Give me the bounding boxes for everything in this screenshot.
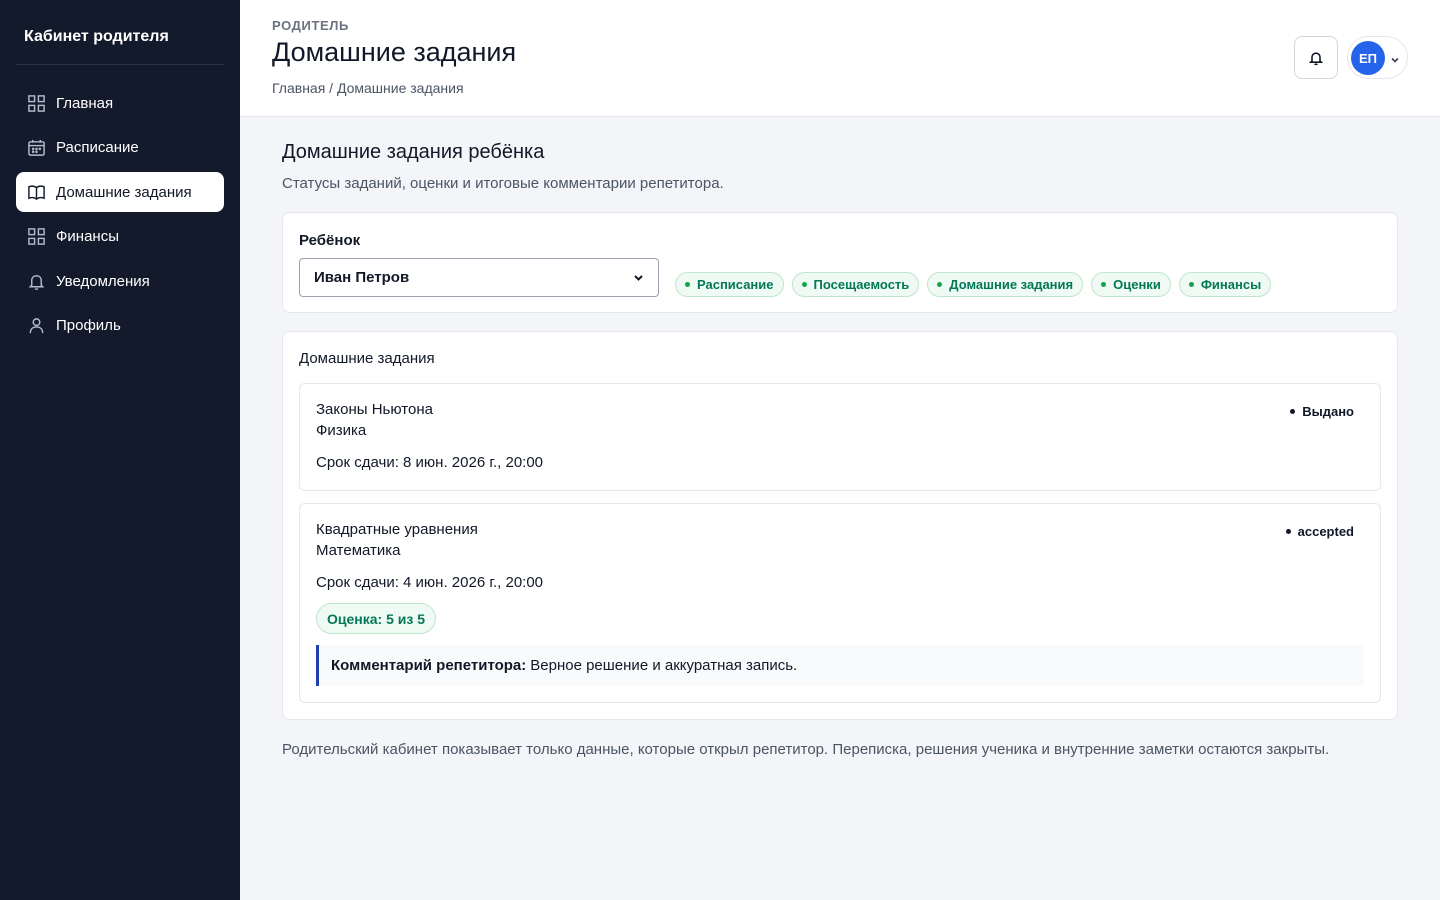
sidebar-item-home[interactable]: Главная <box>16 83 224 123</box>
tag-label: Посещаемость <box>813 277 910 292</box>
bell-icon <box>26 271 46 291</box>
sidebar-item-notifications[interactable]: Уведомления <box>16 261 224 301</box>
homework-name: Законы Ньютона <box>316 401 433 418</box>
dot-icon <box>1285 529 1291 534</box>
sidebar: Кабинет родителя Главная Расписание Дома… <box>0 0 240 900</box>
sidebar-item-label: Финансы <box>56 228 119 245</box>
tag-label: Домашние задания <box>949 277 1074 292</box>
sidebar-nav: Главная Расписание Домашние задания Фина… <box>16 83 224 346</box>
dot-icon <box>685 282 690 287</box>
user-icon <box>26 316 46 336</box>
privacy-note: Родительский кабинет показывает только д… <box>282 741 1330 758</box>
notifications-button[interactable] <box>1294 36 1338 79</box>
access-tag: Финансы <box>1178 272 1272 297</box>
child-label: Ребёнок <box>299 232 361 249</box>
sidebar-item-label: Домашние задания <box>56 183 192 201</box>
section-title: Домашние задания ребёнка <box>282 141 545 163</box>
top-bar: РОДИТЕЛЬ Домашние задания Главная / Дома… <box>240 0 1440 117</box>
status-badge: Выдано <box>1290 404 1354 419</box>
status-label: Выдано <box>1302 404 1354 419</box>
sidebar-item-profile[interactable]: Профиль <box>16 306 224 346</box>
brand-title: Кабинет родителя <box>16 0 224 65</box>
page-title: Домашние задания <box>272 37 517 67</box>
sidebar-item-homework[interactable]: Домашние задания <box>16 172 224 212</box>
tag-label: Оценки <box>1113 277 1161 292</box>
sidebar-item-finance[interactable]: Финансы <box>16 217 224 257</box>
sidebar-item-label: Профиль <box>56 317 121 334</box>
comment-label: Комментарий репетитора: <box>331 657 527 674</box>
tutor-comment: Комментарий репетитора: Верное решение и… <box>316 645 1364 686</box>
dot-icon <box>937 282 943 287</box>
homework-due: Срок сдачи: 8 июн. 2026 г., 20:00 <box>316 454 544 471</box>
avatar: ЕП <box>1351 41 1385 75</box>
dot-icon <box>1290 409 1296 414</box>
child-picker-card: Ребёнок Иван Петров Расписание Посещаемо… <box>282 212 1398 313</box>
homework-card: Домашние задания Законы Ньютона Физика С… <box>282 331 1398 720</box>
homework-due: Срок сдачи: 4 июн. 2026 г., 20:00 <box>316 574 544 591</box>
comment-text: Верное решение и аккуратная запись. <box>530 657 798 674</box>
status-label: accepted <box>1297 524 1354 539</box>
sidebar-item-label: Расписание <box>56 139 139 156</box>
bell-icon <box>1308 50 1324 66</box>
child-select-value: Иван Петров <box>314 269 410 286</box>
access-tag: Домашние задания <box>927 272 1084 297</box>
profile-menu-button[interactable]: ЕП <box>1347 36 1408 79</box>
homework-item[interactable]: Квадратные уравнения Математика Срок сда… <box>299 503 1381 703</box>
grid-icon <box>26 93 46 113</box>
tag-label: Расписание <box>697 277 774 292</box>
sidebar-item-schedule[interactable]: Расписание <box>16 128 224 168</box>
calendar-icon <box>26 138 46 158</box>
grade-badge: Оценка: 5 из 5 <box>316 603 436 634</box>
chevron-down-icon <box>1390 52 1400 63</box>
dot-icon <box>801 282 807 287</box>
homework-subject: Физика <box>316 422 367 439</box>
chevron-down-icon <box>633 272 644 283</box>
dot-icon <box>1188 282 1194 287</box>
dot-icon <box>1101 282 1107 287</box>
homework-subject: Математика <box>316 542 401 559</box>
tag-label: Финансы <box>1200 277 1262 292</box>
access-tag: Расписание <box>675 272 784 297</box>
homework-name: Квадратные уравнения <box>316 521 478 538</box>
sidebar-item-label: Уведомления <box>56 272 150 290</box>
grid-icon <box>26 227 46 247</box>
sidebar-item-label: Главная <box>56 94 114 112</box>
role-eyebrow: РОДИТЕЛЬ <box>272 18 349 33</box>
access-tags: Расписание Посещаемость Домашние задания… <box>675 272 1272 297</box>
status-badge: accepted <box>1285 524 1354 539</box>
section-subtitle: Статусы заданий, оценки и итоговые комме… <box>282 175 724 192</box>
book-icon <box>26 182 46 202</box>
homework-heading: Домашние задания <box>299 350 435 367</box>
breadcrumb: Главная / Домашние задания <box>272 80 464 96</box>
access-tag: Оценки <box>1091 272 1171 297</box>
homework-item[interactable]: Законы Ньютона Физика Срок сдачи: 8 июн.… <box>299 383 1381 491</box>
access-tag: Посещаемость <box>791 272 920 297</box>
child-select[interactable]: Иван Петров <box>299 258 659 297</box>
